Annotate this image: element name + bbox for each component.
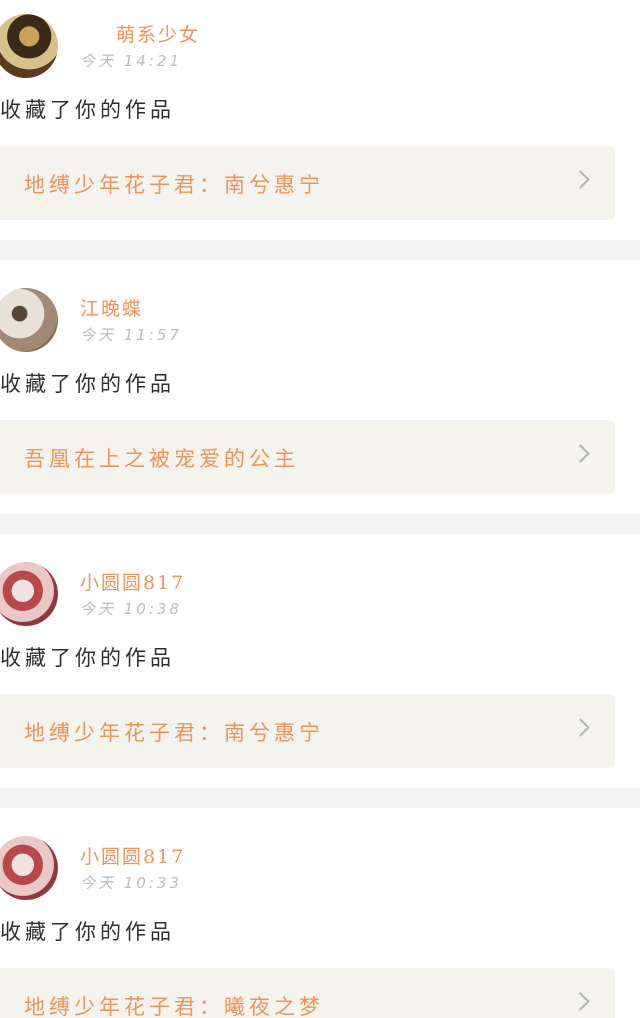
chevron-right-icon	[571, 718, 590, 737]
work-title: 吾凰在上之被宠爱的公主	[24, 447, 299, 471]
separator	[0, 514, 640, 534]
action-text: 收藏了你的作品	[0, 98, 175, 122]
avatar-image	[0, 562, 58, 626]
avatar[interactable]	[0, 14, 60, 78]
notification-card: 江晚蝶 今天 11:57 收藏了你的作品 吾凰在上之被宠爱的公主	[0, 274, 640, 514]
work-title: 地缚少年花子君：南兮惠宁	[24, 721, 324, 745]
work-link[interactable]: 地缚少年花子君：南兮惠宁	[0, 146, 615, 220]
username[interactable]: 小圆圆817	[80, 568, 185, 595]
chevron-right-icon	[571, 992, 590, 1011]
work-title: 地缚少年花子君：曦夜之梦	[24, 995, 324, 1018]
avatar-image	[0, 14, 58, 78]
notification-feed: 萌系少女 今天 14:21 收藏了你的作品 地缚少年花子君：南兮惠宁 江晚蝶 今…	[0, 0, 640, 1018]
work-link[interactable]: 吾凰在上之被宠爱的公主	[0, 420, 615, 494]
action-text: 收藏了你的作品	[0, 646, 175, 670]
notification-card: 小圆圆817 今天 10:33 收藏了你的作品 地缚少年花子君：曦夜之梦	[0, 822, 640, 1018]
work-link[interactable]: 地缚少年花子君：曦夜之梦	[0, 968, 615, 1018]
avatar-image	[0, 288, 58, 352]
timestamp: 今天 10:33	[80, 874, 182, 892]
chevron-right-icon	[571, 444, 590, 463]
avatar[interactable]	[0, 836, 60, 900]
work-link[interactable]: 地缚少年花子君：南兮惠宁	[0, 694, 615, 768]
username[interactable]: 小圆圆817	[80, 842, 185, 869]
timestamp: 今天 10:38	[80, 600, 182, 618]
separator	[0, 788, 640, 808]
separator	[0, 240, 640, 260]
notification-card: 小圆圆817 今天 10:38 收藏了你的作品 地缚少年花子君：南兮惠宁	[0, 548, 640, 788]
avatar[interactable]	[0, 288, 60, 352]
timestamp: 今天 11:57	[80, 326, 182, 344]
timestamp: 今天 14:21	[80, 52, 182, 70]
avatar-image	[0, 836, 58, 900]
avatar[interactable]	[0, 562, 60, 626]
username[interactable]: 萌系少女	[116, 20, 200, 47]
username[interactable]: 江晚蝶	[80, 294, 143, 321]
action-text: 收藏了你的作品	[0, 920, 175, 944]
chevron-right-icon	[571, 170, 590, 189]
notification-card: 萌系少女 今天 14:21 收藏了你的作品 地缚少年花子君：南兮惠宁	[0, 0, 640, 240]
work-title: 地缚少年花子君：南兮惠宁	[24, 173, 324, 197]
action-text: 收藏了你的作品	[0, 372, 175, 396]
